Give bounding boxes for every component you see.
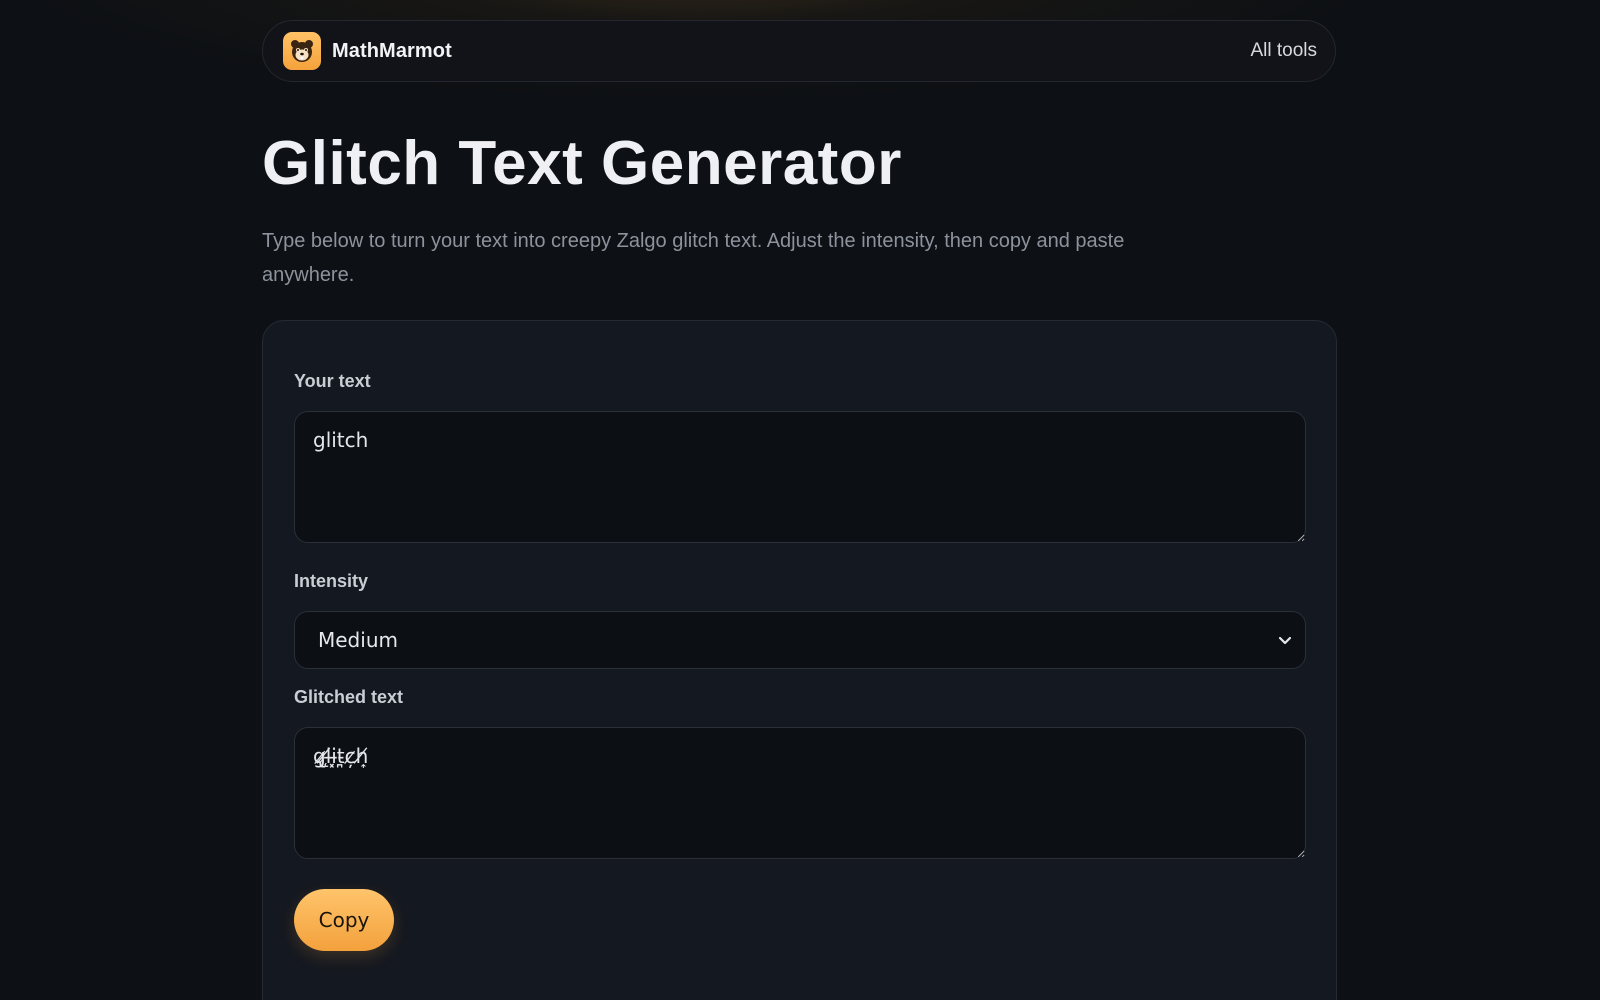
input-label: Your text xyxy=(294,371,371,391)
page-title: Glitch Text Generator xyxy=(262,129,902,198)
chevron-down-icon xyxy=(1277,632,1293,648)
intensity-select[interactable]: Medium xyxy=(294,611,1306,669)
top-navigation-bar: MathMarmot All tools xyxy=(262,20,1336,82)
page-description: Type below to turn your text into creepy… xyxy=(262,230,1125,286)
all-tools-link[interactable]: All tools xyxy=(1250,40,1317,62)
generator-card: Your text glitch Intensity Medium Glitch… xyxy=(262,320,1337,1000)
intensity-label: Intensity xyxy=(294,571,369,591)
output-label: Glitched text xyxy=(294,687,404,707)
glitched-output[interactable]: g̷̢l̸̨i̶͓t̵̪c̷̦h̸͎ xyxy=(294,727,1306,859)
brand-name: MathMarmot xyxy=(332,39,452,62)
marmot-logo-icon xyxy=(283,32,321,70)
intensity-selected-value: Medium xyxy=(318,628,398,652)
brand-home-link[interactable]: MathMarmot xyxy=(283,32,452,70)
text-input[interactable]: glitch xyxy=(294,411,1306,543)
copy-button[interactable]: Copy xyxy=(294,889,394,951)
